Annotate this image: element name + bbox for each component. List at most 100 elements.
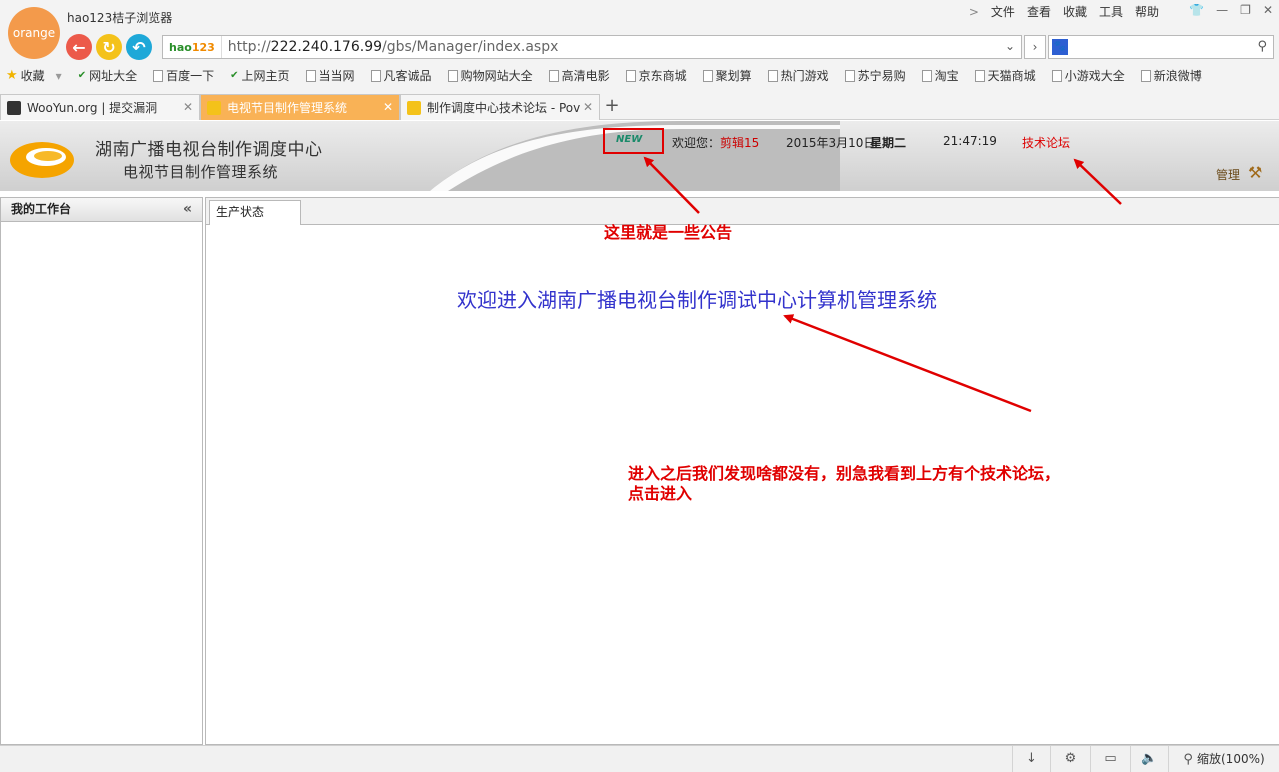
trophy-icon xyxy=(407,100,421,115)
bookmark-item[interactable]: 小游戏大全 xyxy=(1051,67,1125,84)
page-icon xyxy=(767,69,778,82)
menu-file[interactable]: 文件 xyxy=(991,3,1015,20)
bookmark-item[interactable]: 购物网站大全 xyxy=(447,67,533,84)
highlight-box xyxy=(603,128,664,154)
content-tab-bar: 生产状态 xyxy=(206,198,1279,225)
status-bar: ↓ ⚙ ▭ 🔈 ⚲ 缩放(100%) xyxy=(0,745,1279,772)
hunan-tv-logo-icon xyxy=(10,142,74,178)
tools-icon[interactable]: ⚒ xyxy=(1248,163,1262,182)
bookmark-item[interactable]: 淘宝 xyxy=(921,67,959,84)
page-icon xyxy=(844,69,855,82)
page-icon xyxy=(447,69,458,82)
menu-tools[interactable]: 工具 xyxy=(1099,3,1123,20)
hao-icon: ✔ xyxy=(77,70,87,81)
back-button[interactable]: ← xyxy=(66,34,92,60)
bookmark-item[interactable]: ✔ 上网主页 xyxy=(230,67,289,84)
bookmark-item[interactable]: 凡客诚品 xyxy=(370,67,432,84)
system-title-line2: 电视节目制作管理系统 xyxy=(123,163,279,181)
page-icon xyxy=(1140,69,1151,82)
time-display: 21:47:19 xyxy=(943,134,997,148)
skin-icon[interactable]: 👕 xyxy=(1189,3,1204,17)
close-icon[interactable]: ✕ xyxy=(383,100,393,114)
menu-help[interactable]: 帮助 xyxy=(1135,3,1159,20)
bookmark-item[interactable]: ✔ 网址大全 xyxy=(78,67,137,84)
menu-view[interactable]: 查看 xyxy=(1027,3,1051,20)
refresh-button[interactable]: ↻ xyxy=(96,34,122,60)
chevron-down-icon[interactable]: ▾ xyxy=(56,69,62,83)
bookmark-item[interactable]: 天猫商城 xyxy=(974,67,1036,84)
bookmark-item[interactable]: 高清电影 xyxy=(548,67,610,84)
welcome-user: 欢迎您：剪辑15 xyxy=(672,136,760,150)
search-input[interactable]: 🐾 ⚲ xyxy=(1048,35,1274,59)
zoom-icon: ⚲ xyxy=(1183,752,1193,767)
site-badge: hao 123 xyxy=(163,36,222,58)
bookmark-item[interactable]: 苏宁易购 xyxy=(844,67,906,84)
settings-icon[interactable]: ⚙ xyxy=(1050,746,1090,772)
page-icon xyxy=(370,69,381,82)
page-icon xyxy=(921,69,932,82)
zoom-control[interactable]: ⚲ 缩放(100%) xyxy=(1168,746,1279,772)
url-text[interactable]: http://222.240.176.99/gbs/Manager/index.… xyxy=(222,39,559,55)
go-button[interactable]: › xyxy=(1024,35,1046,59)
close-icon[interactable]: ✕ xyxy=(183,100,193,114)
workbench-sidebar: 我的工作台 « xyxy=(0,197,203,745)
new-tab-button[interactable]: + xyxy=(600,94,624,120)
tech-forum-link[interactable]: 技术论坛 xyxy=(1022,134,1070,151)
browser-logo: orange xyxy=(8,7,60,59)
bookmark-favorites[interactable]: ★ 收藏 ▾ xyxy=(6,67,62,84)
bookmark-item[interactable]: 当当网 xyxy=(305,67,355,84)
search-icon[interactable]: ⚲ xyxy=(1257,39,1267,54)
page-icon xyxy=(702,69,713,82)
window-controls: 👕 — ❐ ✕ xyxy=(1189,3,1273,17)
page-icon xyxy=(305,69,316,82)
menu-chevron-icon[interactable]: > xyxy=(969,5,979,19)
annotation-notice: 这里就是一些公告 xyxy=(604,223,733,242)
page-icon xyxy=(625,69,636,82)
refresh-icon: ↻ xyxy=(102,37,116,57)
bookmark-item[interactable]: 京东商城 xyxy=(625,67,687,84)
baidu-paw-icon[interactable]: 🐾 xyxy=(1052,39,1068,55)
page-icon xyxy=(974,69,985,82)
arrow-left-icon: ← xyxy=(72,37,86,57)
minimize-icon[interactable]: — xyxy=(1216,3,1228,17)
weekday-display: 星期二 xyxy=(870,136,907,150)
welcome-message: 欢迎进入湖南广播电视台制作调试中心计算机管理系统 xyxy=(457,288,937,312)
browser-chrome: orange hao123桔子浏览器 > 文件 查看 收藏 工具 帮助 👕 — … xyxy=(0,0,1279,120)
star-icon: ★ xyxy=(6,68,18,83)
volume-icon[interactable]: 🔈 xyxy=(1130,746,1168,772)
menu-favorites[interactable]: 收藏 xyxy=(1063,3,1087,20)
bookmark-item[interactable]: 热门游戏 xyxy=(767,67,829,84)
hao-icon: ✔ xyxy=(230,70,239,81)
system-title-line1: 湖南广播电视台制作调度中心 xyxy=(95,140,323,160)
collapse-icon[interactable]: « xyxy=(183,198,192,221)
chevron-down-icon[interactable]: ⌄ xyxy=(1001,39,1019,53)
bookmark-item[interactable]: 聚划算 xyxy=(702,67,752,84)
page-icon xyxy=(548,69,559,82)
screen-icon[interactable]: ▭ xyxy=(1090,746,1130,772)
tab-wooyun[interactable]: WooYun.org | 提交漏洞 ✕ xyxy=(0,94,200,120)
trophy-icon xyxy=(207,100,221,115)
bookmark-item[interactable]: 百度一下 xyxy=(153,67,214,84)
tab-forum[interactable]: 制作调度中心技术论坛 - Pov ✕ xyxy=(400,94,600,120)
sidebar-header: 我的工作台 « xyxy=(1,198,202,222)
bookmarks-bar: ★ 收藏 ▾ ✔ 网址大全 百度一下 ✔ 上网主页 当当网 凡客诚品 购物网站大全 高清… xyxy=(6,67,1218,84)
undo-button[interactable]: ↶ xyxy=(126,34,152,60)
restore-icon[interactable]: ❐ xyxy=(1240,3,1251,17)
close-icon[interactable]: ✕ xyxy=(583,100,593,114)
manage-link[interactable]: 管理 xyxy=(1216,166,1240,183)
tab-production-status[interactable]: 生产状态 xyxy=(209,200,301,225)
address-bar[interactable]: hao 123 http://222.240.176.99/gbs/Manager… xyxy=(162,35,1022,59)
tab-strip: WooYun.org | 提交漏洞 ✕ 电视节目制作管理系统 ✕ 制作调度中心技… xyxy=(0,94,624,120)
bookmark-item[interactable]: 新浪微博 xyxy=(1140,67,1202,84)
username: 剪辑15 xyxy=(720,136,760,150)
menu-bar: > 文件 查看 收藏 工具 帮助 xyxy=(969,3,1159,20)
browser-title: hao123桔子浏览器 xyxy=(67,11,173,25)
date-display: 2015年3月10日 xyxy=(786,136,876,150)
annotation-explanation: 进入之后我们发现啥都没有，别急我看到上方有个技术论坛， 点击进入 xyxy=(628,464,1061,503)
wooyun-icon xyxy=(7,100,21,115)
page-icon xyxy=(153,69,164,82)
page-icon xyxy=(1051,69,1062,82)
close-window-icon[interactable]: ✕ xyxy=(1263,3,1273,17)
download-icon[interactable]: ↓ xyxy=(1012,746,1050,772)
tab-tv-system[interactable]: 电视节目制作管理系统 ✕ xyxy=(200,94,400,120)
